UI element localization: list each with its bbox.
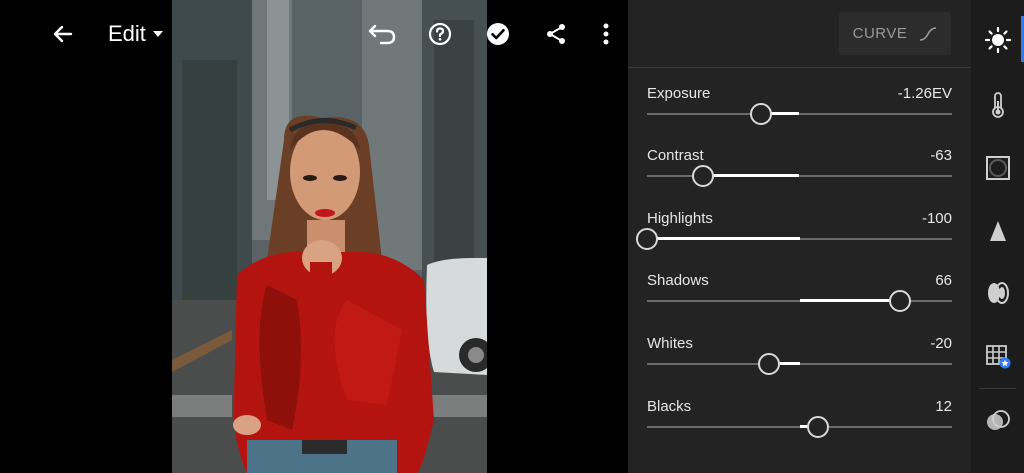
tool-rail <box>971 0 1024 473</box>
detail-icon <box>989 221 1006 241</box>
rail-item-optics[interactable] <box>971 268 1024 318</box>
done-button[interactable] <box>480 16 516 52</box>
slider-handle[interactable] <box>806 416 829 438</box>
optics-icon <box>987 282 1009 304</box>
slider-exposure: Exposure -1.26EV <box>647 85 952 135</box>
slider-value: -63 <box>930 147 952 164</box>
photo-stage: Edit <box>0 0 628 473</box>
panel-header: CURVE <box>628 0 971 68</box>
slider-label: Highlights <box>647 210 713 227</box>
slider-handle[interactable] <box>750 103 773 125</box>
rail-item-light[interactable] <box>971 15 1024 65</box>
undo-button[interactable] <box>364 16 400 52</box>
slider-highlights: Highlights -100 <box>636 210 952 260</box>
top-toolbar: Edit <box>0 0 628 68</box>
rail-item-color[interactable] <box>971 80 1024 130</box>
check-circle-icon <box>487 23 509 45</box>
slider-track[interactable] <box>647 103 952 125</box>
slider-handle[interactable] <box>889 290 912 312</box>
slider-label: Shadows <box>647 272 709 289</box>
more-vertical-icon <box>603 23 609 45</box>
slider-track[interactable] <box>636 228 952 250</box>
undo-icon <box>368 24 396 45</box>
curve-label: CURVE <box>852 25 908 42</box>
rail-item-geometry[interactable] <box>971 331 1024 381</box>
slider-track[interactable] <box>647 165 952 187</box>
slider-track[interactable] <box>647 290 952 312</box>
slider-whites: Whites -20 <box>647 335 952 385</box>
slider-value: -1.26EV <box>897 85 952 102</box>
slider-value: -100 <box>921 210 952 227</box>
curve-line-icon <box>920 26 937 41</box>
slider-track[interactable] <box>647 416 952 438</box>
slider-handle[interactable] <box>636 228 658 250</box>
rail-item-presets[interactable] <box>971 396 1024 446</box>
slider-value: -20 <box>930 335 952 352</box>
help-circle-icon <box>428 22 452 46</box>
slider-value: 66 <box>935 272 952 289</box>
caret-down-icon <box>152 31 163 37</box>
slider-shadows: Shadows 66 <box>647 272 952 322</box>
slider-label: Exposure <box>647 85 711 102</box>
back-button[interactable] <box>45 16 81 52</box>
curve-button[interactable]: CURVE <box>839 12 951 55</box>
slider-blacks: Blacks 12 <box>647 398 952 448</box>
edit-mode-label: Edit <box>108 21 146 46</box>
rail-item-detail[interactable] <box>971 206 1024 256</box>
arrow-left-icon <box>53 25 73 43</box>
slider-fill <box>703 174 800 177</box>
geometry-icon <box>985 345 1010 369</box>
slider-handle[interactable] <box>758 353 780 375</box>
more-options-button[interactable] <box>588 16 624 52</box>
help-button[interactable] <box>422 16 458 52</box>
share-icon <box>547 24 565 44</box>
slider-handle[interactable] <box>692 165 715 187</box>
slider-fill <box>647 237 800 240</box>
slider-track[interactable] <box>647 353 952 375</box>
effects-icon <box>985 156 1010 180</box>
slider-label: Whites <box>647 335 693 352</box>
slider-value: 12 <box>935 398 952 415</box>
slider-fill <box>799 299 901 302</box>
edit-mode-dropdown[interactable]: Edit <box>108 20 164 48</box>
light-icon <box>984 26 1011 54</box>
slider-label: Contrast <box>647 147 704 164</box>
light-adjustments-panel: CURVE Exposure -1.26EV Contrast -63 High… <box>628 0 971 473</box>
photo-preview[interactable] <box>172 0 487 473</box>
presets-icon <box>986 410 1010 430</box>
slider-label: Blacks <box>647 398 692 415</box>
color-icon <box>991 92 1004 118</box>
rail-item-effects[interactable] <box>971 143 1024 193</box>
portrait-photo <box>172 0 487 473</box>
slider-contrast: Contrast -63 <box>647 147 952 197</box>
share-button[interactable] <box>538 16 574 52</box>
rail-divider <box>979 388 1016 389</box>
